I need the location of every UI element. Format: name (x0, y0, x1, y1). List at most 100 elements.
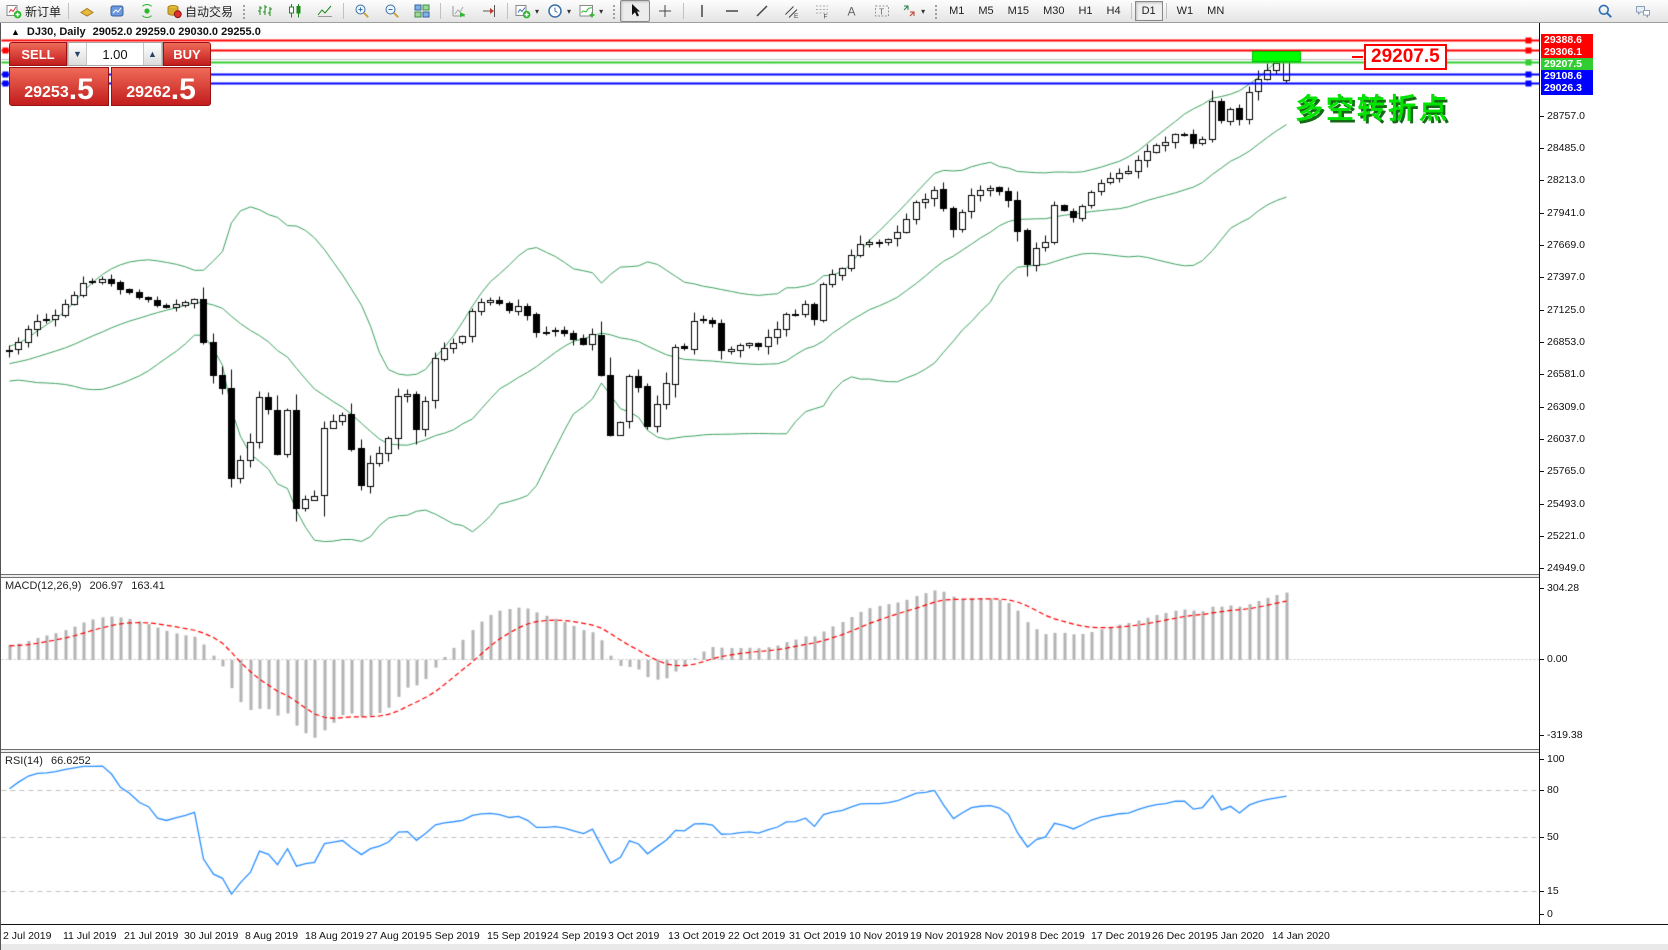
axis-tick-mark (1540, 735, 1544, 736)
buy-price[interactable]: 29262.5 (111, 67, 211, 106)
indicators-button[interactable]: ▾ (575, 0, 607, 22)
expert-advisors-button[interactable] (102, 0, 132, 22)
callout-pointer-dash (1352, 56, 1363, 58)
axis-tick-mark (1540, 536, 1544, 537)
timeframe-M1[interactable]: M1 (942, 1, 971, 21)
periods-button[interactable]: ▾ (543, 0, 575, 22)
bar-chart-button[interactable] (250, 0, 280, 22)
new-order-button[interactable]: 新订单 (2, 0, 65, 22)
timeframe-H4[interactable]: H4 (1100, 1, 1128, 21)
new-chart-icon (515, 3, 531, 19)
auto-scroll-button[interactable] (444, 0, 474, 22)
volume-increase-button[interactable]: ▲ (143, 43, 162, 65)
dropdown-caret-icon: ▾ (921, 7, 925, 16)
toolbar-grip[interactable] (933, 3, 938, 19)
tile-windows-button[interactable] (407, 0, 437, 22)
candle-chart-icon (287, 3, 303, 19)
price-tick-label: 26037.0 (1547, 433, 1585, 445)
toolbar-separator (343, 3, 344, 19)
price-callout-label[interactable]: 29207.5 (1364, 44, 1447, 70)
rsi-indicator-chart[interactable] (1, 753, 1539, 924)
trendline-button[interactable] (747, 0, 777, 22)
date-tick-label: 28 Nov 2019 (970, 930, 1030, 942)
text-label-button[interactable]: T (867, 0, 897, 22)
date-tick-label: 3 Oct 2019 (608, 930, 659, 942)
date-tick-label: 14 Jan 2020 (1272, 930, 1330, 942)
price-tick-label: 28213.0 (1547, 174, 1585, 186)
rsi-tick-label: 50 (1547, 831, 1559, 843)
chinese-annotation[interactable]: 多空转折点 (1295, 87, 1450, 127)
price-axis[interactable]: 28757.028485.028213.027941.027669.027397… (1539, 23, 1668, 924)
axis-tick-mark (1540, 439, 1544, 440)
chart-shift-button[interactable] (474, 0, 504, 22)
one-click-collapse-arrow[interactable]: ▲ (11, 27, 20, 37)
toolbar-grip[interactable] (241, 3, 246, 19)
volume-value[interactable]: 1.00 (87, 43, 143, 65)
date-tick-label: 30 Jul 2019 (184, 930, 238, 942)
axis-tick-mark (1540, 245, 1544, 246)
signals-button[interactable] (132, 0, 162, 22)
autotrading-button[interactable]: 自动交易 (162, 0, 237, 22)
vertical-line-icon (694, 3, 710, 19)
cursor-button[interactable] (620, 0, 650, 22)
timeframe-H1[interactable]: H1 (1071, 1, 1099, 21)
horizontal-line-icon (724, 3, 740, 19)
axis-tick-mark (1540, 504, 1544, 505)
market-depth-icon (79, 3, 95, 19)
axis-tick-mark (1540, 588, 1544, 589)
timeframe-M15[interactable]: M15 (1001, 1, 1036, 21)
fibonacci-button[interactable]: F (807, 0, 837, 22)
toolbar-grip[interactable] (611, 3, 616, 19)
timeframe-W1[interactable]: W1 (1170, 1, 1201, 21)
equidistant-channel-button[interactable]: E (777, 0, 807, 22)
sell-price[interactable]: 29253.5 (9, 67, 109, 106)
volume-decrease-button[interactable]: ▼ (68, 43, 87, 65)
date-tick-label: 10 Nov 2019 (849, 930, 909, 942)
sell-button[interactable]: SELL (9, 42, 67, 66)
crosshair-button[interactable] (650, 0, 680, 22)
macd-window-splitter[interactable] (1, 574, 1668, 578)
timeframe-M5[interactable]: M5 (971, 1, 1000, 21)
axis-tick-mark (1540, 837, 1544, 838)
dropdown-caret-icon: ▾ (567, 7, 571, 16)
arrows-icon (901, 3, 917, 19)
new-chart-button[interactable]: ▾ (511, 0, 543, 22)
date-tick-label: 21 Jul 2019 (124, 930, 178, 942)
line-chart-button[interactable] (310, 0, 340, 22)
line-chart-icon (317, 3, 333, 19)
date-tick-label: 19 Nov 2019 (910, 930, 970, 942)
market-depth-button[interactable] (72, 0, 102, 22)
rsi-name: RSI(14) (5, 755, 43, 767)
timeframe-MN[interactable]: MN (1200, 1, 1231, 21)
toolbar-separator (68, 3, 69, 19)
price-tick-label: 24949.0 (1547, 562, 1585, 574)
one-click-trading-panel: SELL ▼ 1.00 ▲ BUY 29253.5 29262.5 (9, 42, 211, 106)
trendline-icon (754, 3, 770, 19)
chat-button[interactable] (1628, 0, 1658, 22)
axis-tick-mark (1540, 374, 1544, 375)
timeframe-M30[interactable]: M30 (1036, 1, 1071, 21)
macd-label: MACD(12,26,9) 206.97 163.41 (5, 580, 170, 592)
price-tick-label: 28757.0 (1547, 110, 1585, 122)
arrows-button[interactable]: ▾ (897, 0, 929, 22)
zoom-out-icon (384, 3, 400, 19)
timeframe-D1[interactable]: D1 (1135, 1, 1163, 21)
rsi-label: RSI(14) 66.6252 (5, 755, 96, 767)
toolbar-separator (1166, 3, 1167, 19)
candlestick-chart-button[interactable] (280, 0, 310, 22)
axis-tick-mark (1540, 407, 1544, 408)
rsi-window-splitter[interactable] (1, 749, 1668, 753)
zoom-in-button[interactable] (347, 0, 377, 22)
equidistant-channel-icon: E (784, 3, 800, 19)
new-order-label: 新订单 (25, 3, 61, 20)
text-button[interactable]: A (837, 0, 867, 22)
zoom-out-button[interactable] (377, 0, 407, 22)
vertical-line-button[interactable] (687, 0, 717, 22)
horizontal-line-button[interactable] (717, 0, 747, 22)
date-tick-label: 31 Oct 2019 (789, 930, 846, 942)
date-axis[interactable]: 2 Jul 201911 Jul 201921 Jul 201930 Jul 2… (1, 924, 1668, 950)
buy-button[interactable]: BUY (163, 42, 211, 66)
macd-indicator-chart[interactable] (1, 578, 1539, 749)
search-button[interactable] (1590, 0, 1620, 22)
axis-tick-mark (1540, 180, 1544, 181)
